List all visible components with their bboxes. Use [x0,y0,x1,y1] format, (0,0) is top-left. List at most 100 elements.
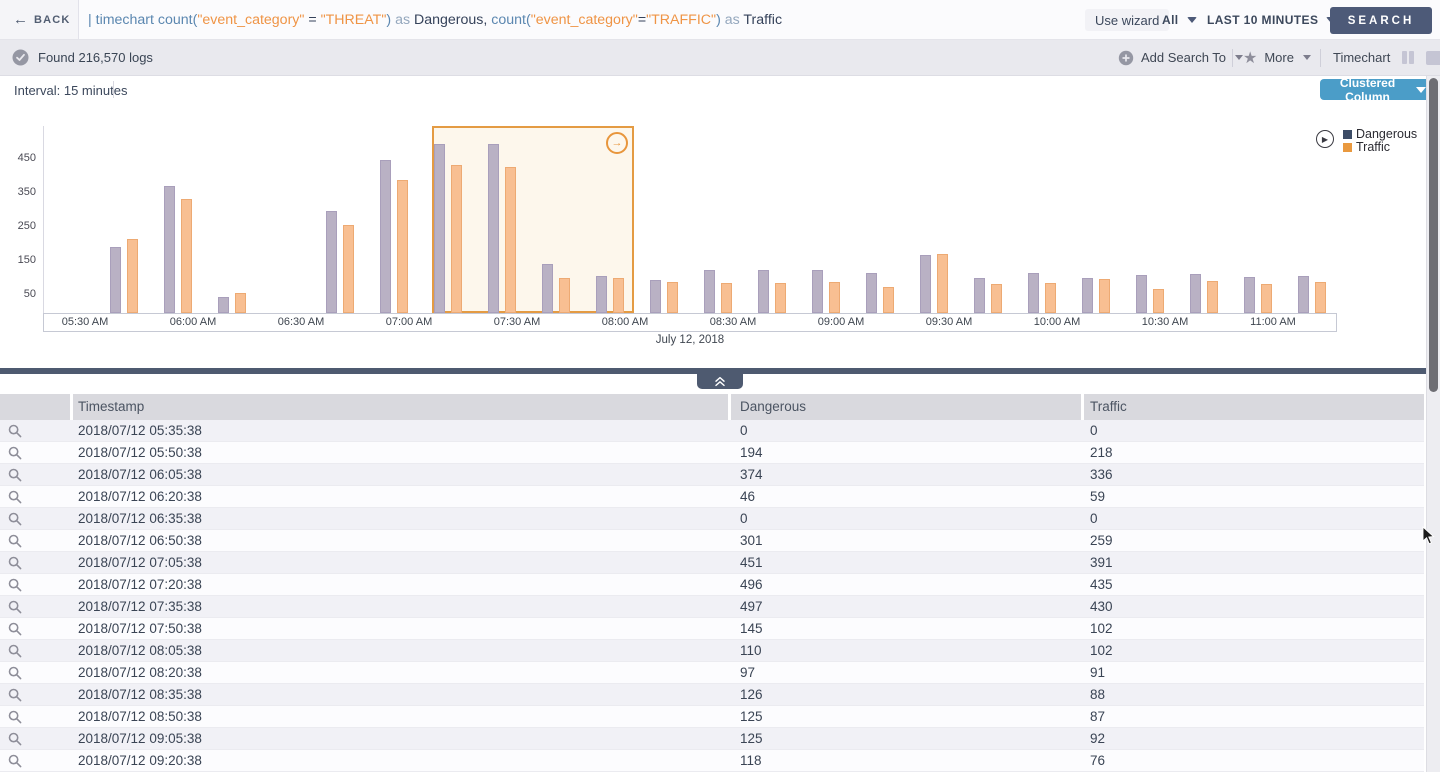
bar-traffic[interactable] [181,199,192,313]
x-axis-tick-label: 10:00 AM [1034,316,1080,328]
bar-traffic[interactable] [721,283,732,313]
table-view-icon[interactable] [1426,51,1440,65]
bar-traffic[interactable] [1315,282,1326,313]
bar-traffic[interactable] [1153,289,1164,313]
cell-traffic: 435 [1090,574,1113,595]
bar-dangerous[interactable] [380,160,391,313]
table-row[interactable]: 2018/07/12 06:50:38301259 [0,530,1424,552]
magnifier-icon[interactable] [8,468,22,487]
magnifier-icon[interactable] [8,490,22,509]
bar-traffic[interactable] [559,278,570,313]
bar-dangerous[interactable] [1136,275,1147,313]
table-row[interactable]: 2018/07/12 06:20:384659 [0,486,1424,508]
legend-play-button[interactable]: ▶ [1316,130,1334,148]
time-range-dropdown[interactable]: LAST 10 MINUTES [1207,13,1336,27]
magnifier-icon[interactable] [8,424,22,443]
bar-traffic[interactable] [775,283,786,313]
bar-traffic[interactable] [991,284,1002,313]
bar-dangerous[interactable] [1190,274,1201,313]
bar-dangerous[interactable] [1082,278,1093,313]
check-circle-icon [12,49,29,66]
bar-traffic[interactable] [883,287,894,313]
bar-dangerous[interactable] [920,255,931,313]
bar-dangerous[interactable] [488,144,499,313]
bar-dangerous[interactable] [974,278,985,313]
magnifier-icon[interactable] [8,710,22,729]
magnifier-icon[interactable] [8,754,22,773]
magnifier-icon[interactable] [8,732,22,751]
bar-traffic[interactable] [235,293,246,313]
header-cell-timestamp[interactable]: Timestamp [73,394,728,420]
magnifier-icon[interactable] [8,688,22,707]
table-row[interactable]: 2018/07/12 07:50:38145102 [0,618,1424,640]
magnifier-icon[interactable] [8,534,22,553]
magnifier-icon[interactable] [8,446,22,465]
bar-dangerous[interactable] [812,270,823,313]
legend-item[interactable]: Traffic [1343,141,1417,154]
magnifier-icon[interactable] [8,600,22,619]
bar-dangerous[interactable] [1244,277,1255,313]
back-button[interactable]: ← BACK [0,0,79,39]
header-cell-dangerous[interactable]: Dangerous [731,394,1081,420]
bar-dangerous[interactable] [218,297,229,313]
scrollbar-thumb[interactable] [1429,78,1438,392]
bar-dangerous[interactable] [650,280,661,313]
table-row[interactable]: 2018/07/12 08:20:389791 [0,662,1424,684]
bar-dangerous[interactable] [1298,276,1309,313]
bar-dangerous[interactable] [704,270,715,313]
table-row[interactable]: 2018/07/12 05:35:3800 [0,420,1424,442]
bar-dangerous[interactable] [326,211,337,313]
table-row[interactable]: 2018/07/12 08:50:3812587 [0,706,1424,728]
bar-traffic[interactable] [451,165,462,313]
table-row[interactable]: 2018/07/12 07:35:38497430 [0,596,1424,618]
bar-traffic[interactable] [397,180,408,313]
table-row[interactable]: 2018/07/12 07:05:38451391 [0,552,1424,574]
bar-dangerous[interactable] [866,273,877,313]
magnifier-icon[interactable] [8,622,22,641]
bar-traffic[interactable] [937,254,948,313]
bar-dangerous[interactable] [596,276,607,313]
use-wizard-button[interactable]: Use wizard [1085,9,1169,31]
search-query-input[interactable]: | timechart count("event_category" = "TH… [88,0,782,39]
magnifier-icon[interactable] [8,556,22,575]
bar-traffic[interactable] [505,167,516,313]
table-row[interactable]: 2018/07/12 09:05:3812592 [0,728,1424,750]
bar-traffic[interactable] [1207,281,1218,313]
bar-dangerous[interactable] [542,264,553,313]
bar-dangerous[interactable] [1028,273,1039,313]
collapse-panel-button[interactable] [697,373,743,389]
header-cell-traffic[interactable]: Traffic [1084,394,1424,420]
bar-traffic[interactable] [343,225,354,313]
bar-dangerous[interactable] [758,270,769,313]
bar-traffic[interactable] [1045,283,1056,313]
bar-traffic[interactable] [127,239,138,313]
chart-type-dropdown[interactable]: Clustered Column [1320,79,1432,100]
table-row[interactable]: 2018/07/12 07:20:38496435 [0,574,1424,596]
more-button[interactable]: ★ More [1243,40,1311,75]
cell-timestamp: 2018/07/12 09:20:38 [78,750,202,771]
bar-dangerous[interactable] [164,186,175,313]
scope-dropdown[interactable]: All [1162,13,1197,27]
magnifier-icon[interactable] [8,644,22,663]
table-row[interactable]: 2018/07/12 06:35:3800 [0,508,1424,530]
table-row[interactable]: 2018/07/12 08:35:3812688 [0,684,1424,706]
bar-traffic[interactable] [1099,279,1110,313]
bar-traffic[interactable] [667,282,678,313]
table-row[interactable]: 2018/07/12 05:50:38194218 [0,442,1424,464]
table-row[interactable]: 2018/07/12 06:05:38374336 [0,464,1424,486]
column-view-icon[interactable] [1402,51,1414,64]
bar-traffic[interactable] [1261,284,1272,313]
magnifier-icon[interactable] [8,578,22,597]
bar-dangerous[interactable] [434,144,445,313]
search-button[interactable]: SEARCH [1330,7,1432,34]
bar-traffic[interactable] [613,278,624,313]
add-search-to-button[interactable]: Add Search To [1118,40,1243,75]
magnifier-icon[interactable] [8,512,22,531]
magnifier-icon[interactable] [8,666,22,685]
vertical-scrollbar[interactable] [1426,76,1440,772]
table-row[interactable]: 2018/07/12 09:20:3811876 [0,750,1424,772]
table-row[interactable]: 2018/07/12 08:05:38110102 [0,640,1424,662]
bar-traffic[interactable] [829,282,840,313]
bar-dangerous[interactable] [110,247,121,313]
selection-zoom-icon[interactable]: → [606,132,628,154]
